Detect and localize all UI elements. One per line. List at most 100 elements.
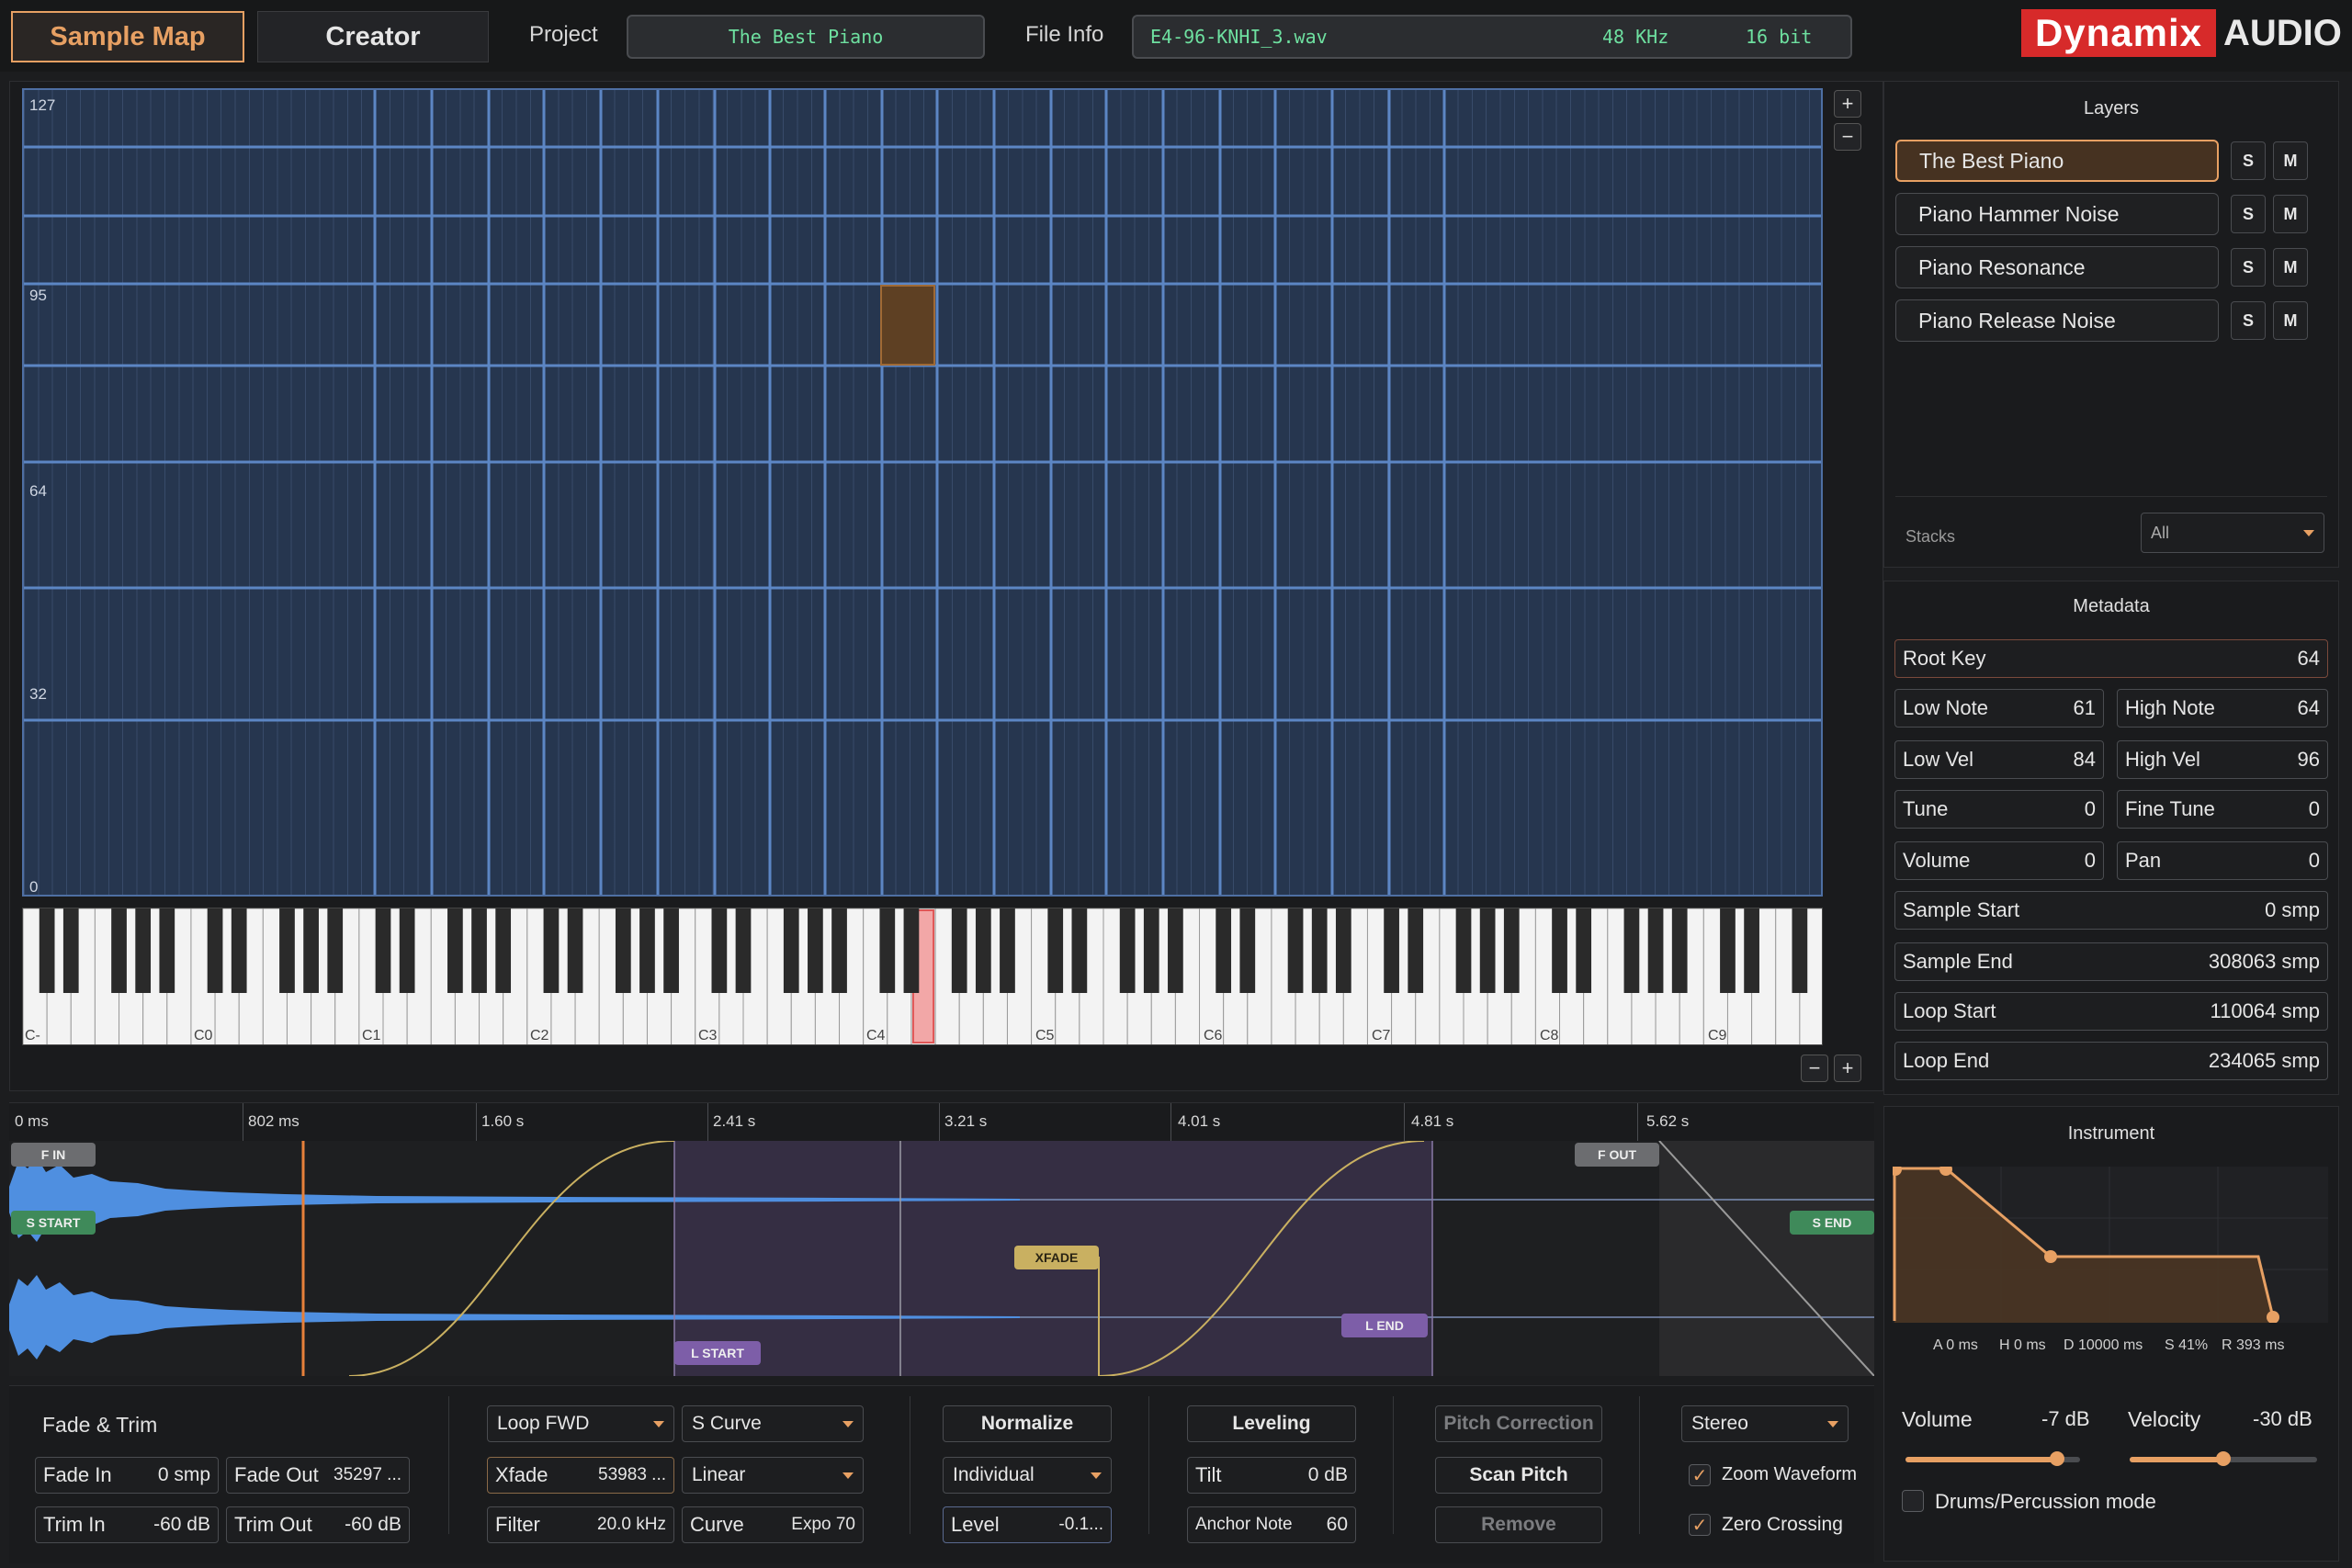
layer-solo-button[interactable]: S [2231, 141, 2266, 180]
zero-crossing-label: Zero Crossing [1722, 1514, 1843, 1535]
stacks-dropdown[interactable]: All [2141, 513, 2324, 553]
layer-item[interactable]: The Best Piano [1895, 140, 2219, 182]
high-note-value: 64 [2297, 696, 2320, 719]
divider [1393, 1396, 1394, 1534]
fade-in-marker[interactable]: F IN [11, 1143, 96, 1167]
tab-sample-map[interactable]: Sample Map [11, 11, 244, 62]
octave-label: C2 [530, 1028, 549, 1043]
level-label: Level [951, 1513, 1000, 1536]
normalize-mode-dropdown[interactable]: Individual [943, 1457, 1112, 1494]
pan-field[interactable]: Pan 0 [2117, 841, 2328, 880]
low-vel-label: Low Vel [1903, 748, 1974, 771]
velocity-zoom-in-button[interactable]: + [1834, 90, 1861, 118]
tilt-field[interactable]: Tilt 0 dB [1187, 1457, 1356, 1494]
keyboard-zoom-out-button[interactable]: − [1801, 1055, 1828, 1082]
adsr-envelope[interactable] [1893, 1167, 2328, 1323]
fade-out-field[interactable]: Fade Out 35297 ... [226, 1457, 410, 1494]
layer-item[interactable]: Piano Resonance [1895, 246, 2219, 288]
fine-tune-field[interactable]: Fine Tune 0 [2117, 790, 2328, 829]
xfade-value: 53983 ... [598, 1465, 666, 1484]
trim-in-field[interactable]: Trim In -60 dB [35, 1506, 219, 1543]
sample-end-marker[interactable]: S END [1790, 1211, 1874, 1235]
chevron-down-icon [1091, 1472, 1102, 1479]
layer-mute-button[interactable]: M [2273, 248, 2308, 287]
low-vel-field[interactable]: Low Vel 84 [1894, 740, 2104, 779]
sample-end-field[interactable]: Sample End 308063 smp [1894, 942, 2328, 981]
normalize-mode-value: Individual [953, 1464, 1035, 1485]
divider [1639, 1396, 1640, 1534]
layer-mute-button[interactable]: M [2273, 141, 2308, 180]
xfade-field[interactable]: Xfade 53983 ... [487, 1457, 674, 1494]
metadata-title: Metadata [2073, 596, 2150, 616]
loop-mode-value: Loop FWD [497, 1413, 590, 1434]
chevron-down-icon [1827, 1420, 1838, 1427]
fade-out-marker[interactable]: F OUT [1575, 1143, 1659, 1167]
sample-start-field[interactable]: Sample Start 0 smp [1894, 891, 2328, 930]
bit-depth: 16 bit [1746, 26, 1813, 48]
volume-slider[interactable] [1905, 1451, 2080, 1466]
layer-item[interactable]: Piano Release Noise [1895, 299, 2219, 342]
fade-in-field[interactable]: Fade In 0 smp [35, 1457, 219, 1494]
velocity-zoom-out-button[interactable]: − [1834, 123, 1861, 151]
drums-mode-checkbox[interactable] [1902, 1490, 1924, 1512]
octave-label: C3 [698, 1028, 718, 1043]
scan-pitch-button[interactable]: Scan Pitch [1435, 1457, 1602, 1494]
ruler-tick: 802 ms [248, 1112, 300, 1130]
trim-in-value: -60 dB [153, 1514, 210, 1535]
channel-mode-dropdown[interactable]: Stereo [1681, 1405, 1849, 1442]
layer-mute-button[interactable]: M [2273, 195, 2308, 233]
xfade-curve-dropdown[interactable]: Linear [682, 1457, 864, 1494]
octave-label: C9 [1708, 1028, 1727, 1043]
keyboard-keys[interactable] [23, 908, 1823, 1045]
layer-solo-button[interactable]: S [2231, 301, 2266, 340]
layer-solo-button[interactable]: S [2231, 195, 2266, 233]
tune-field[interactable]: Tune 0 [1894, 790, 2104, 829]
xfade-curve-value: Linear [692, 1464, 746, 1485]
project-name-display[interactable]: The Best Piano [627, 15, 985, 59]
loop-mode-dropdown[interactable]: Loop FWD [487, 1405, 674, 1442]
ruler-tick: 3.21 s [944, 1112, 988, 1130]
piano-keyboard[interactable]: C- C0 C1 C2 C3 C4 C5 C6 C7 C8 C9 [22, 908, 1823, 1045]
anchor-note-field[interactable]: Anchor Note 60 [1187, 1506, 1356, 1543]
layer-mute-button[interactable]: M [2273, 301, 2308, 340]
ruler-tick: 1.60 s [481, 1112, 525, 1130]
chevron-down-icon [2303, 529, 2314, 536]
waveform-display[interactable]: F IN F OUT S START S END L START L END X… [9, 1141, 1874, 1376]
normalize-button[interactable]: Normalize [943, 1405, 1112, 1442]
leveling-button[interactable]: Leveling [1187, 1405, 1356, 1442]
loop-end-field[interactable]: Loop End 234065 smp [1894, 1042, 2328, 1080]
loop-start-marker[interactable]: L START [674, 1341, 761, 1365]
sample-map-grid[interactable] [22, 88, 1823, 897]
zero-crossing-checkbox[interactable]: ✓ [1689, 1514, 1711, 1536]
zoom-waveform-checkbox[interactable]: ✓ [1689, 1464, 1711, 1486]
pitch-correction-button[interactable]: Pitch Correction [1435, 1405, 1602, 1442]
low-note-field[interactable]: Low Note 61 [1894, 689, 2104, 728]
velocity-slider-knob[interactable] [2216, 1451, 2231, 1466]
tab-creator[interactable]: Creator [257, 11, 489, 62]
pan-label: Pan [2125, 849, 2162, 872]
root-key-field[interactable]: Root Key 64 [1894, 639, 2328, 678]
loop-start-field[interactable]: Loop Start 110064 smp [1894, 992, 2328, 1031]
sample-zone[interactable] [880, 285, 935, 366]
layer-solo-button[interactable]: S [2231, 248, 2266, 287]
xfade-marker[interactable]: XFADE [1014, 1246, 1099, 1269]
volume-field[interactable]: Volume 0 [1894, 841, 2104, 880]
keyboard-zoom-in-button[interactable]: + [1834, 1055, 1861, 1082]
curve-field[interactable]: Curve Expo 70 [682, 1506, 864, 1543]
filter-field[interactable]: Filter 20.0 kHz [487, 1506, 674, 1543]
sample-start-marker[interactable]: S START [11, 1211, 96, 1235]
logo-sub: AUDIO [2223, 12, 2342, 53]
high-note-field[interactable]: High Note 64 [2117, 689, 2328, 728]
velocity-slider[interactable] [2130, 1451, 2317, 1466]
layer-item[interactable]: Piano Hammer Noise [1895, 193, 2219, 235]
curve-type-dropdown[interactable]: S Curve [682, 1405, 864, 1442]
level-field[interactable]: Level -0.1... [943, 1506, 1112, 1543]
high-vel-field[interactable]: High Vel 96 [2117, 740, 2328, 779]
loop-end-marker[interactable]: L END [1341, 1314, 1428, 1337]
high-vel-value: 96 [2297, 748, 2320, 771]
volume-label: Volume [1903, 849, 1971, 872]
ruler-tick: 5.62 s [1646, 1112, 1690, 1130]
trim-out-field[interactable]: Trim Out -60 dB [226, 1506, 410, 1543]
octave-label: C1 [362, 1028, 381, 1043]
remove-button[interactable]: Remove [1435, 1506, 1602, 1543]
